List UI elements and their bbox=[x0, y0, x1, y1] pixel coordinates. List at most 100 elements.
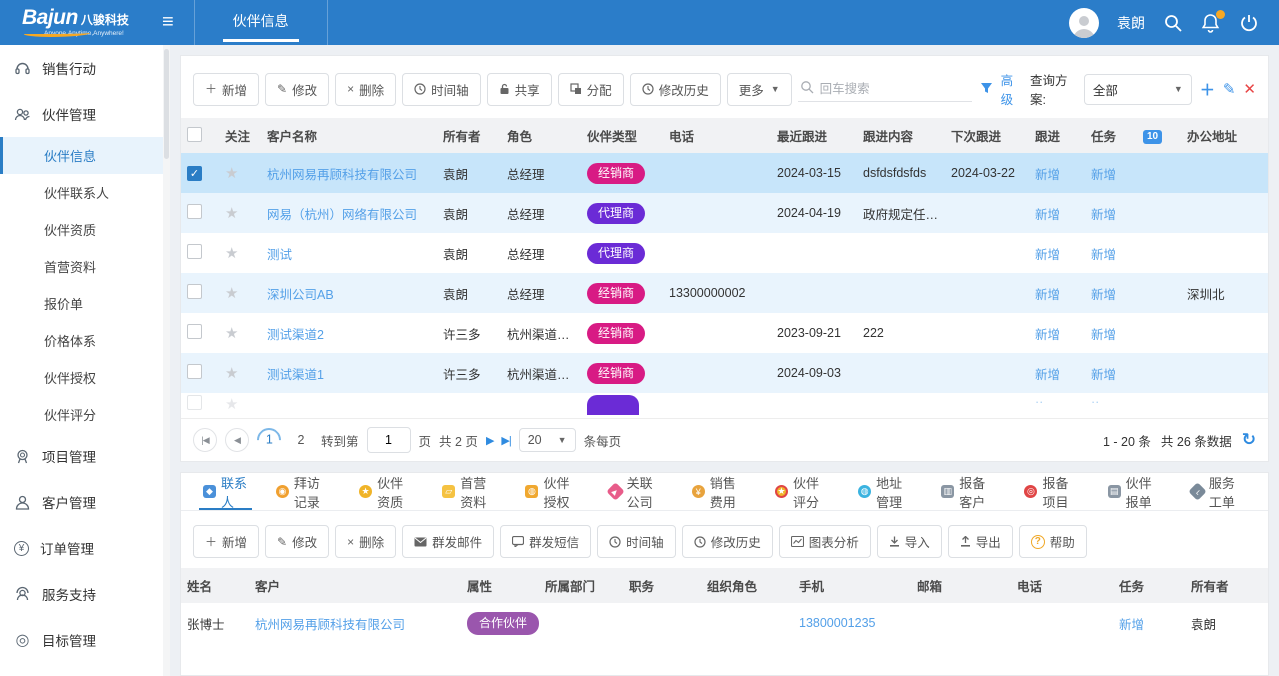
page-1-button[interactable]: 1 bbox=[252, 423, 286, 457]
customer-link[interactable]: 深圳公司AB bbox=[267, 288, 334, 302]
task-add-link[interactable]: 新增 bbox=[1091, 368, 1116, 382]
sidebar-item-first-sale-docs[interactable]: 首营资料 bbox=[0, 248, 170, 285]
last-page-button[interactable]: ▶| bbox=[501, 434, 510, 447]
delete-button[interactable]: ×删除 bbox=[335, 73, 396, 106]
header-tab-partner-info[interactable]: 伙伴信息 bbox=[194, 0, 328, 45]
sidebar-item-partner-info[interactable]: 伙伴信息 bbox=[0, 137, 170, 174]
tab-partner-authorization[interactable]: ◍ 伙伴授权 bbox=[513, 473, 592, 510]
row-checkbox[interactable]: ✓ bbox=[187, 166, 202, 181]
next-page-button[interactable]: ▶ bbox=[486, 434, 493, 447]
sidebar-item-customer-management[interactable]: 客户管理 bbox=[0, 479, 170, 525]
follow-add-link[interactable]: 新增 bbox=[1035, 208, 1060, 222]
tab-address-management[interactable]: ◍ 地址管理 bbox=[846, 473, 925, 510]
import-button[interactable]: 导入 bbox=[877, 525, 942, 558]
table-row[interactable]: ★ 测试 袁朗 总经理 代理商 新增 新增 bbox=[181, 233, 1268, 273]
assign-button[interactable]: 分配 bbox=[558, 73, 624, 106]
page-size-select[interactable]: 20▼ bbox=[519, 428, 576, 452]
customer-link[interactable]: 测试渠道1 bbox=[267, 368, 324, 382]
customer-link[interactable]: 杭州网易再顾科技有限公司 bbox=[267, 168, 417, 182]
help-button[interactable]: ?帮助 bbox=[1019, 525, 1087, 558]
follow-add-link[interactable]: 新增 bbox=[1035, 288, 1060, 302]
timeline-button[interactable]: 时间轴 bbox=[597, 525, 676, 558]
follow-add-link[interactable]: 新增 bbox=[1035, 248, 1060, 262]
tab-reported-customers[interactable]: ▥ 报备客户 bbox=[929, 473, 1008, 510]
sidebar-item-partner-authorization[interactable]: 伙伴授权 bbox=[0, 359, 170, 396]
table-row[interactable]: ★ 测试渠道2 许三多 杭州渠道经理 经销商 2023-09-21 222 新增… bbox=[181, 313, 1268, 353]
star-icon[interactable]: ★ bbox=[225, 205, 238, 222]
task-add-link[interactable]: 新增 bbox=[1091, 328, 1116, 342]
query-plan-select[interactable]: 全部▼ bbox=[1084, 74, 1192, 105]
follow-add-link[interactable]: 新增 bbox=[1035, 368, 1060, 382]
timeline-button[interactable]: 时间轴 bbox=[402, 73, 481, 106]
star-icon[interactable]: ★ bbox=[225, 285, 238, 302]
row-checkbox[interactable] bbox=[187, 364, 202, 379]
add-button[interactable]: ＋新增 bbox=[193, 73, 259, 106]
add-plan-button[interactable]: ＋ bbox=[1200, 79, 1215, 100]
sidebar-item-partner-management[interactable]: 伙伴管理 bbox=[0, 91, 170, 137]
table-row-clipped[interactable]: ★ ·· ·· bbox=[181, 393, 1268, 418]
table-row[interactable]: 张博士 杭州网易再顾科技有限公司 合作伙伴 13800001235 新增 袁朗 bbox=[181, 603, 1268, 643]
sidebar-item-quotation[interactable]: 报价单 bbox=[0, 285, 170, 322]
export-button[interactable]: 导出 bbox=[948, 525, 1013, 558]
follow-add-link[interactable]: 新增 bbox=[1035, 328, 1060, 342]
more-button[interactable]: 更多▼ bbox=[727, 73, 792, 106]
sidebar-item-service-support[interactable]: 服务支持 bbox=[0, 571, 170, 617]
advanced-link[interactable]: 高级 bbox=[1001, 70, 1022, 108]
row-checkbox[interactable] bbox=[187, 284, 202, 299]
table-row[interactable]: ★ 测试渠道1 许三多 杭州渠道经理 经销商 2024-09-03 新增 新增 bbox=[181, 353, 1268, 393]
row-checkbox[interactable] bbox=[187, 324, 202, 339]
tab-partner-qualification[interactable]: ★ 伙伴资质 bbox=[347, 473, 426, 510]
task-add-link[interactable]: 新增 bbox=[1091, 288, 1116, 302]
mass-email-button[interactable]: 群发邮件 bbox=[402, 525, 494, 558]
hamburger-menu-icon[interactable]: ≡ bbox=[150, 11, 194, 34]
search-icon[interactable] bbox=[1163, 13, 1183, 33]
chart-analysis-button[interactable]: 图表分析 bbox=[779, 525, 871, 558]
customer-link[interactable]: 测试 bbox=[267, 248, 292, 262]
tab-reported-projects[interactable]: ◎ 报备项目 bbox=[1012, 473, 1091, 510]
select-all-checkbox[interactable] bbox=[187, 127, 202, 142]
row-checkbox[interactable] bbox=[187, 204, 202, 219]
search-input[interactable] bbox=[820, 82, 970, 96]
mass-sms-button[interactable]: 群发短信 bbox=[500, 525, 591, 558]
history-button[interactable]: 修改历史 bbox=[630, 73, 721, 106]
sidebar-item-price-system[interactable]: 价格体系 bbox=[0, 322, 170, 359]
tab-sales-expenses[interactable]: ¥ 销售费用 bbox=[680, 473, 759, 510]
sidebar-item-goal-management[interactable]: ◎ 目标管理 bbox=[0, 617, 170, 663]
page-2-button[interactable]: 2 bbox=[289, 428, 313, 452]
tab-contacts[interactable]: ◆ 联系人 bbox=[191, 473, 260, 510]
task-add-link[interactable]: 新增 bbox=[1091, 168, 1116, 182]
delete-contact-button[interactable]: ×删除 bbox=[335, 525, 396, 558]
sidebar-item-sales-analysis[interactable]: 销售分析 bbox=[0, 663, 170, 676]
avatar[interactable] bbox=[1069, 8, 1099, 38]
history-button[interactable]: 修改历史 bbox=[682, 525, 773, 558]
sidebar-item-order-management[interactable]: ¥ 订单管理 bbox=[0, 525, 170, 571]
star-icon[interactable]: ★ bbox=[225, 245, 238, 262]
customer-link[interactable]: 测试渠道2 bbox=[267, 328, 324, 342]
star-icon[interactable]: ★ bbox=[225, 396, 238, 413]
edit-button[interactable]: ✎修改 bbox=[265, 73, 329, 106]
row-checkbox[interactable] bbox=[187, 395, 202, 410]
star-icon[interactable]: ★ bbox=[225, 365, 238, 382]
search-box[interactable] bbox=[798, 76, 972, 102]
edit-plan-button[interactable]: ✎ bbox=[1223, 80, 1236, 98]
goto-page-input[interactable] bbox=[367, 427, 411, 453]
filter-funnel-icon[interactable] bbox=[980, 82, 993, 97]
task-add-link[interactable]: 新增 bbox=[1091, 248, 1116, 262]
tab-related-companies[interactable]: ▲ 关联公司 bbox=[597, 473, 676, 510]
sidebar-item-partner-score[interactable]: 伙伴评分 bbox=[0, 396, 170, 433]
power-icon[interactable] bbox=[1239, 13, 1259, 33]
first-page-button[interactable]: |◀ bbox=[193, 428, 217, 452]
mobile-link[interactable]: 13800001235 bbox=[799, 616, 875, 630]
tab-partner-score[interactable]: ★ 伙伴评分 bbox=[763, 473, 842, 510]
row-checkbox[interactable] bbox=[187, 244, 202, 259]
task-add-link[interactable]: 新增 bbox=[1091, 208, 1116, 222]
star-icon[interactable]: ★ bbox=[225, 325, 238, 342]
delete-plan-button[interactable]: ✕ bbox=[1243, 80, 1256, 98]
table-row[interactable]: ✓ ★ 杭州网易再顾科技有限公司 袁朗 总经理 经销商 2024-03-15 d… bbox=[181, 153, 1268, 193]
add-contact-button[interactable]: ＋新增 bbox=[193, 525, 259, 558]
sidebar-item-partner-qualification[interactable]: 伙伴资质 bbox=[0, 211, 170, 248]
task-add-link[interactable]: 新增 bbox=[1119, 618, 1144, 632]
refresh-icon[interactable]: ↻ bbox=[1242, 430, 1256, 450]
tab-first-sale-docs[interactable]: ▱ 首营资料 bbox=[430, 473, 509, 510]
share-button[interactable]: 共享 bbox=[487, 73, 552, 106]
